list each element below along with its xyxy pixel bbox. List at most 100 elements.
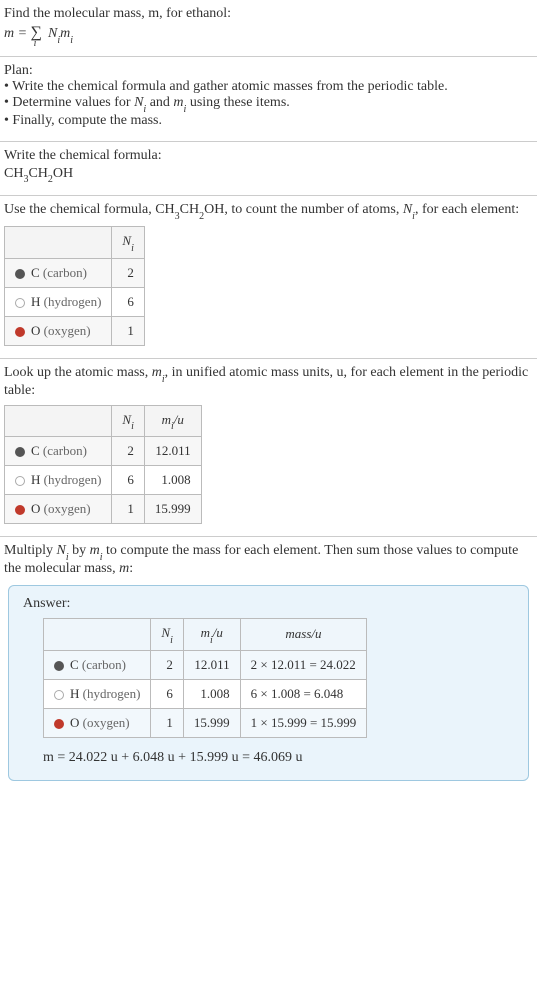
s4-pre: Multiply <box>4 543 57 558</box>
mi-value: 12.011 <box>144 437 201 466</box>
mi-value: 15.999 <box>144 495 201 524</box>
el-name: (oxygen) <box>44 501 91 516</box>
oxygen-dot-icon <box>54 719 64 729</box>
s4-post: : <box>129 561 133 576</box>
hydrogen-dot-icon <box>54 690 64 700</box>
s2-post: , for each element: <box>415 202 519 217</box>
mass-value: 1 × 15.999 = 15.999 <box>240 708 367 737</box>
answer-table: Ni mi/u mass/u C (carbon) 2 12.011 2 × 1… <box>43 618 367 738</box>
mi-value: 15.999 <box>183 708 240 737</box>
hydrogen-dot-icon <box>15 476 25 486</box>
ni-value: 1 <box>151 708 183 737</box>
s2-mid: , to count the number of atoms, <box>224 202 402 217</box>
compute-section: Multiply Ni by mi to compute the mass fo… <box>0 537 537 800</box>
intro-section: Find the molecular mass, m, for ethanol:… <box>0 0 537 57</box>
blank-header <box>44 618 151 650</box>
el-sym: C <box>31 443 40 458</box>
s4-mid1: by <box>69 543 90 558</box>
s2-pre: Use the chemical formula, <box>4 202 155 217</box>
formula-section: Write the chemical formula: CH3CH2OH <box>0 142 537 197</box>
s3-pre: Look up the atomic mass, <box>4 365 152 380</box>
compute-heading: Multiply Ni by mi to compute the mass fo… <box>4 543 533 577</box>
ni-value: 6 <box>112 287 144 316</box>
formula-heading: Write the chemical formula: <box>4 148 533 164</box>
el-name: (carbon) <box>82 657 126 672</box>
atomic-mass-heading: Look up the atomic mass, mi, in unified … <box>4 365 533 399</box>
el-name: (oxygen) <box>83 715 130 730</box>
ni-header: Ni <box>112 227 144 259</box>
el-name: (carbon) <box>43 265 87 280</box>
table-row: O (oxygen) 1 15.999 1 × 15.999 = 15.999 <box>44 708 367 737</box>
mass-value: 6 × 1.008 = 6.048 <box>240 679 367 708</box>
el-sym: H <box>31 294 40 309</box>
ni-header: Ni <box>112 405 144 437</box>
oxygen-dot-icon <box>15 327 25 337</box>
el-sym: O <box>31 323 40 338</box>
atomic-mass-section: Look up the atomic mass, mi, in unified … <box>0 359 537 537</box>
ni-value: 1 <box>112 316 144 345</box>
answer-label: Answer: <box>23 596 514 612</box>
el-sym: C <box>70 657 79 672</box>
plan-section: Plan: • Write the chemical formula and g… <box>0 57 537 142</box>
table-row: H (hydrogen) 6 1.008 <box>5 466 202 495</box>
el-sym: H <box>31 472 40 487</box>
count-atoms-heading: Use the chemical formula, CH3CH2OH, to c… <box>4 202 533 220</box>
mi-value: 12.011 <box>183 650 240 679</box>
ni-value: 6 <box>112 466 144 495</box>
ni-value: 2 <box>112 258 144 287</box>
ni-value: 2 <box>151 650 183 679</box>
ni-value: 2 <box>112 437 144 466</box>
el-sym: O <box>70 715 79 730</box>
carbon-dot-icon <box>15 447 25 457</box>
result-line: m = 24.022 u + 6.048 u + 15.999 u = 46.0… <box>43 750 514 766</box>
table-row: C (carbon) 2 12.011 2 × 12.011 = 24.022 <box>44 650 367 679</box>
plan-bullet-1: • Write the chemical formula and gather … <box>4 79 533 95</box>
mi-header: mi/u <box>144 405 201 437</box>
count-atoms-section: Use the chemical formula, CH3CH2OH, to c… <box>0 196 537 358</box>
el-name: (hydrogen) <box>44 472 102 487</box>
plan-b2-post: using these items. <box>186 95 289 110</box>
plan-b2-pre: • Determine values for <box>4 95 134 110</box>
table-row: O (oxygen) 1 15.999 <box>5 495 202 524</box>
table-row: H (hydrogen) 6 <box>5 287 145 316</box>
count-atoms-table: Ni C (carbon) 2 H (hydrogen) 6 O (oxygen… <box>4 226 145 346</box>
mi-value: 1.008 <box>183 679 240 708</box>
result-text: m = 24.022 u + 6.048 u + 15.999 u = 46.0… <box>43 750 302 765</box>
intro-text: Find the molecular mass, m, for ethanol: <box>4 6 533 22</box>
answer-box: Answer: Ni mi/u mass/u C (carbon) 2 12.0… <box>8 585 529 781</box>
table-row: C (carbon) 2 12.011 <box>5 437 202 466</box>
intro-line1: Find the molecular mass, m, for ethanol: <box>4 6 231 21</box>
ni-value: 6 <box>151 679 183 708</box>
carbon-dot-icon <box>54 661 64 671</box>
el-sym: H <box>70 686 79 701</box>
mi-value: 1.008 <box>144 466 201 495</box>
plan-bullet-3: • Finally, compute the mass. <box>4 113 533 129</box>
el-name: (oxygen) <box>44 323 91 338</box>
blank-header <box>5 227 112 259</box>
blank-header <box>5 405 112 437</box>
mass-header: mass/u <box>240 618 367 650</box>
plan-b2-mid: and <box>146 95 173 110</box>
plan-heading: Plan: <box>4 63 533 79</box>
carbon-dot-icon <box>15 269 25 279</box>
mi-header: mi/u <box>183 618 240 650</box>
el-sym: O <box>31 501 40 516</box>
sigma-sum: ∑i <box>31 24 42 42</box>
ni-header: Ni <box>151 618 183 650</box>
mass-value: 2 × 12.011 = 24.022 <box>240 650 367 679</box>
plan-bullet-2: • Determine values for Ni and mi using t… <box>4 95 533 113</box>
table-row: H (hydrogen) 6 1.008 6 × 1.008 = 6.048 <box>44 679 367 708</box>
table-row: O (oxygen) 1 <box>5 316 145 345</box>
ni-value: 1 <box>112 495 144 524</box>
el-name: (hydrogen) <box>44 294 102 309</box>
mass-equation: m = ∑iNimi <box>4 24 533 44</box>
hydrogen-dot-icon <box>15 298 25 308</box>
table-row: C (carbon) 2 <box>5 258 145 287</box>
el-name: (carbon) <box>43 443 87 458</box>
chemical-formula: CH3CH2OH <box>4 166 533 184</box>
atomic-mass-table: Ni mi/u C (carbon) 2 12.011 H (hydrogen)… <box>4 405 202 525</box>
el-sym: C <box>31 265 40 280</box>
eq-left: m = <box>4 26 31 41</box>
oxygen-dot-icon <box>15 505 25 515</box>
el-name: (hydrogen) <box>83 686 141 701</box>
